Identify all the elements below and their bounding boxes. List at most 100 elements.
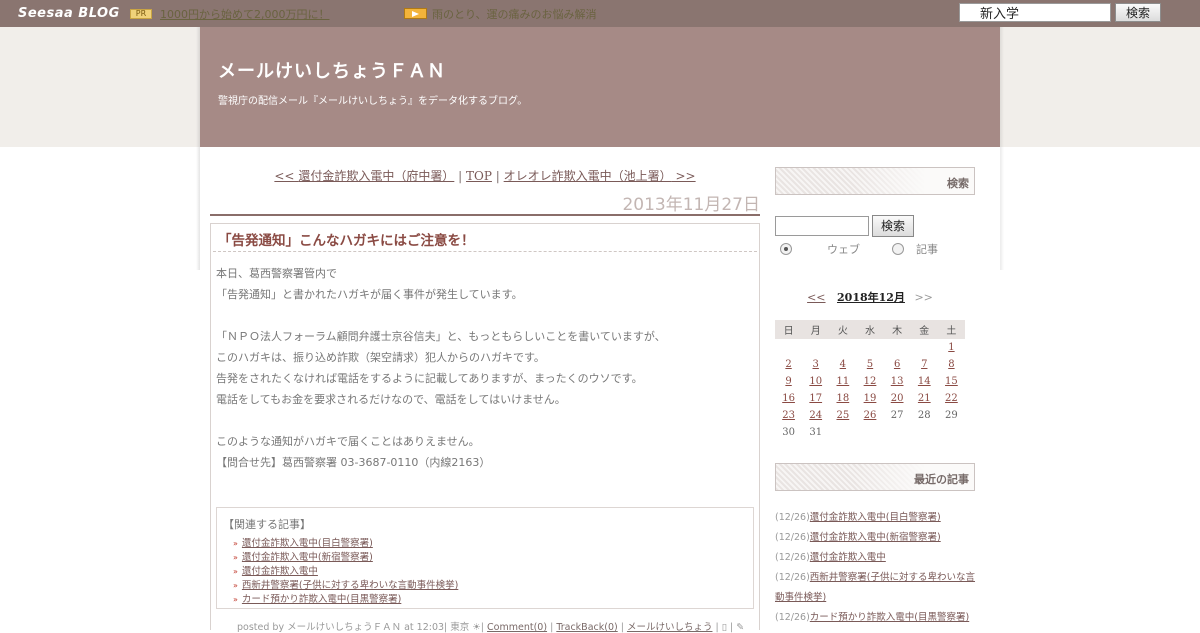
calendar-day[interactable]: 25 (829, 407, 856, 424)
calendar-day[interactable]: 8 (938, 356, 965, 373)
entry-body-line: 電話をしてもお金を要求されるだけなので、電話をしてはいけません。 (216, 393, 566, 406)
bullet-icon: » (233, 539, 238, 548)
blog-header (200, 27, 1000, 147)
calendar-day[interactable]: 24 (802, 407, 829, 424)
entry-body-line: このような通知がハガキで届くことはありえません。 (216, 435, 480, 448)
calendar-day[interactable]: 12 (856, 373, 883, 390)
calendar-day[interactable]: 14 (911, 373, 938, 390)
calendar-day[interactable]: 16 (775, 390, 802, 407)
calendar-day[interactable]: 26 (856, 407, 883, 424)
calendar-day[interactable]: 3 (802, 356, 829, 373)
calendar-day[interactable]: 22 (938, 390, 965, 407)
calendar-day[interactable]: 18 (829, 390, 856, 407)
calendar-day[interactable]: 11 (829, 373, 856, 390)
calendar-day[interactable]: 21 (911, 390, 938, 407)
recent-article-link[interactable]: (12/26)還付金詐欺入電中 (775, 548, 975, 568)
recent-articles-heading: 最近の記事 (775, 463, 975, 491)
trackback-link[interactable]: TrackBack(0) (556, 622, 617, 633)
edit-icon[interactable]: ✎ (736, 622, 744, 633)
blog-title[interactable]: メールけいしちょうＦＡＮ (218, 57, 446, 83)
calendar-nav: << 2018年12月 >> (775, 289, 965, 305)
top-link[interactable]: TOP (466, 169, 492, 183)
recent-article-link[interactable]: (12/26)還付金詐欺入電中(新宿警察署) (775, 528, 975, 548)
related-article-link[interactable]: » 還付金詐欺入電中(目白警察署) (233, 535, 373, 549)
calendar-empty-cell (829, 424, 856, 441)
calendar-weekday: 月 (802, 320, 830, 339)
calendar-day[interactable]: 9 (775, 373, 802, 390)
related-article-link[interactable]: » 還付金詐欺入電中 (233, 563, 318, 577)
calendar-empty-cell (856, 424, 883, 441)
calendar-weekday: 日 (775, 320, 803, 339)
calendar-day[interactable]: 10 (802, 373, 829, 390)
calendar-day[interactable]: 23 (775, 407, 802, 424)
sidebar-search-heading: 検索 (775, 167, 975, 195)
calendar-weekday: 水 (856, 320, 884, 339)
bullet-icon: » (233, 567, 238, 576)
pr-ad-link[interactable]: 1000円から始めて2,000万円に！ (160, 6, 329, 22)
calendar-empty-cell (911, 424, 938, 441)
page-shadow-right (1000, 27, 1004, 270)
bookmark-icon[interactable]: ▯ (722, 622, 727, 633)
calendar-prev-link[interactable]: << (807, 291, 825, 304)
recent-article-link[interactable]: (12/26)還付金詐欺入電中(目白警察署) (775, 508, 975, 528)
entry-title[interactable]: 「告発通知」こんなハガキにはご注意を！ (218, 229, 475, 249)
calendar-day[interactable]: 7 (911, 356, 938, 373)
global-search-button[interactable]: 検索 (1115, 3, 1161, 22)
related-articles-heading: 【関連する記事】 (223, 518, 311, 531)
calendar-month-link[interactable]: 2018年12月 (837, 291, 905, 304)
pr-badge: PR (130, 9, 152, 19)
calendar-empty-cell (829, 339, 856, 356)
calendar-day[interactable]: 6 (884, 356, 911, 373)
seesaa-blog-logo[interactable]: Seesaa BLOG (18, 6, 120, 21)
calendar-day[interactable]: 19 (856, 390, 883, 407)
entry-footer: posted by メールけいしちょうＦＡＮ at 12:03| 東京 ☀| C… (237, 622, 745, 633)
calendar-weekday: 火 (829, 320, 857, 339)
calendar-day[interactable]: 2 (775, 356, 802, 373)
arrow-right-icon (404, 8, 427, 19)
calendar-day[interactable]: 15 (938, 373, 965, 390)
next-article-link[interactable]: オレオレ詐欺入電中（池上署） >> (504, 169, 696, 183)
recent-article-link[interactable]: (12/26)西新井警察署(子供に対する卑わいな言動事件検挙) (775, 568, 975, 608)
calendar-day: 28 (917, 410, 931, 421)
radio-web[interactable] (780, 243, 792, 255)
calendar-empty-cell (802, 339, 829, 356)
calendar-day: 29 (945, 410, 958, 421)
related-article-link[interactable]: » 還付金詐欺入電中(新宿警察署) (233, 549, 373, 563)
radio-article-label: 記事 (916, 243, 938, 256)
entry-body-line: 本日、葛西警察署管内で (216, 267, 337, 280)
prev-article-link[interactable]: << 還付金詐欺入電中（府中署） (274, 169, 454, 183)
calendar-day[interactable]: 4 (829, 356, 856, 373)
related-article-link[interactable]: » カード預かり詐欺入電中(目黒警察署) (233, 591, 401, 605)
article-nav: << 還付金詐欺入電中（府中署） | TOP | オレオレ詐欺入電中（池上署） … (210, 167, 760, 184)
comment-link[interactable]: Comment(0) (487, 622, 547, 633)
calendar-day[interactable]: 13 (884, 373, 911, 390)
entry-body-line: 「告発通知」と書かれたハガキが届く事件が発生しています。 (216, 288, 523, 301)
calendar-day[interactable]: 5 (856, 356, 883, 373)
entry-body-line: 「ＮＰＯ法人フォーラム顧問弁護士京谷信夫」と、もっともらしいことを書いていますが… (216, 330, 666, 343)
calendar-weekday: 土 (937, 320, 965, 339)
blog-description: 警視庁の配信メール『メールけいしちょう』をデータ化するブログ。 (218, 96, 528, 107)
calendar-day[interactable]: 1 (938, 339, 965, 356)
sidebar-search-input[interactable] (775, 216, 869, 236)
calendar-day[interactable]: 17 (802, 390, 829, 407)
recent-article-link[interactable]: (12/26)カード預かり詐欺入電中(目黒警察署) (775, 608, 975, 628)
calendar-empty-cell (884, 424, 911, 441)
bullet-icon: » (233, 581, 238, 590)
global-search-input[interactable] (959, 3, 1111, 22)
calendar-empty-cell (856, 339, 883, 356)
entry-body-line: 【問合せ先】葛西警察署 03-3687-0110（内線2163） (216, 456, 491, 469)
nav-separator: | (495, 169, 500, 183)
calendar-weekday: 木 (883, 320, 911, 339)
related-article-link[interactable]: » 西新井警察署(子供に対する卑わいな言動事件検挙) (233, 577, 458, 591)
calendar-day[interactable]: 20 (884, 390, 911, 407)
calendar: 日月火水木金土 1 2 3 4 5 6 7 8 9 10 11 12 13 14 15 16 17 18 19 20 2… (775, 320, 965, 441)
bullet-icon: » (233, 595, 238, 604)
page-shadow-left (196, 27, 200, 270)
nav-separator: | (458, 169, 463, 183)
title-divider (213, 251, 757, 252)
sidebar-search-button[interactable]: 検索 (872, 215, 914, 237)
category-link[interactable]: メールけいしちょう (627, 622, 713, 633)
radio-article[interactable] (892, 243, 904, 255)
calendar-day: 31 (809, 427, 823, 438)
top-notice-link[interactable]: 雨のとり、運の痛みのお悩み解消 (432, 6, 597, 22)
